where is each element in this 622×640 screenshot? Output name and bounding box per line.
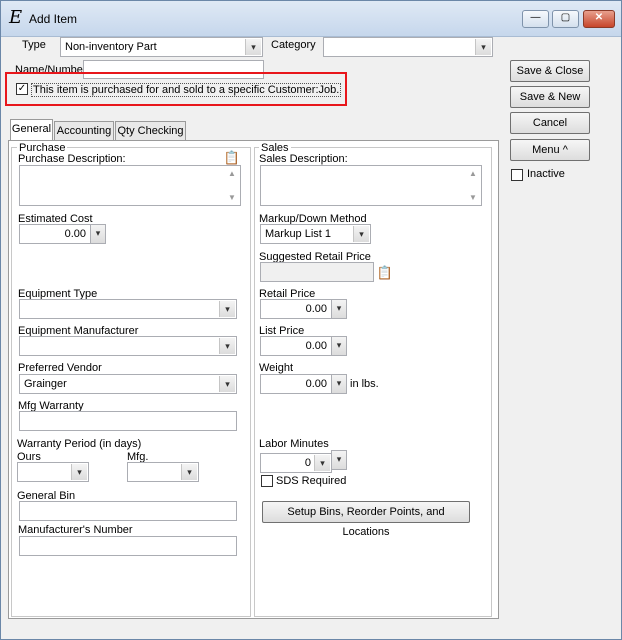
labor-minutes-input[interactable]: 0 ▾ [260,453,332,473]
chevron-down-icon[interactable]: ▾ [475,39,491,55]
textarea-scrollbar[interactable]: ▲ ▼ [466,167,480,204]
retail-price-value: 0.00 [305,303,327,315]
markup-method-select[interactable]: Markup List 1 ▾ [260,224,371,244]
specific-customer-checkbox[interactable]: ✓ [16,83,28,95]
warranty-period-label: Warranty Period (in days) [17,438,142,450]
weight-input[interactable]: 0.00 [260,374,332,394]
preferred-vendor-value: Grainger [24,378,67,390]
sales-description-input[interactable]: ▲ ▼ [260,165,482,206]
general-tab-panel: Purchase Purchase Description: 📋 ▲ ▼ Est… [8,140,499,619]
list-price-dropdown-icon[interactable]: ▾ [331,336,347,356]
inactive-checkbox[interactable] [511,169,523,181]
sds-required-label: SDS Required [276,475,347,487]
purchase-description-label: Purchase Description: [18,153,126,165]
retail-price-input[interactable]: 0.00 [260,299,332,319]
general-bin-input[interactable] [19,501,237,521]
list-price-input[interactable]: 0.00 [260,336,332,356]
maximize-button[interactable]: ▢ [552,10,579,28]
mfg-select[interactable]: ▾ [127,462,199,482]
chevron-down-icon[interactable]: ▾ [181,464,197,480]
inactive-label: Inactive [527,168,565,180]
app-logo-icon: E [9,7,23,28]
scroll-up-icon[interactable]: ▲ [466,169,480,178]
purchase-description-input[interactable]: ▲ ▼ [19,165,241,206]
window-title: Add Item [29,12,78,26]
ours-select[interactable]: ▾ [17,462,89,482]
title-bar[interactable]: E Add Item — ▢ ✕ [1,1,621,37]
weight-value: 0.00 [305,378,327,390]
list-price-value: 0.00 [305,340,327,352]
chevron-down-icon[interactable]: ▾ [71,464,87,480]
save-close-button[interactable]: Save & Close [510,60,590,82]
estimated-cost-value: 0.00 [64,228,86,240]
equipment-manufacturer-select[interactable]: ▾ [19,336,237,356]
copy-icon[interactable]: 📋 [376,264,394,282]
tab-accounting[interactable]: Accounting [54,121,114,140]
category-select[interactable]: ▾ [323,37,493,57]
manufacturer-number-label: Manufacturer's Number [18,524,133,536]
type-value: Non-inventory Part [65,41,157,53]
chevron-down-icon[interactable]: ▾ [245,39,261,55]
category-label: Category [271,39,316,51]
weight-unit-label: in lbs. [350,378,379,390]
labor-minutes-value: 0 [304,457,311,469]
type-label: Type [22,39,46,51]
scroll-up-icon[interactable]: ▲ [225,169,239,178]
textarea-scrollbar[interactable]: ▲ ▼ [225,167,239,204]
mfg-warranty-input[interactable] [19,411,237,431]
menu-button[interactable]: Menu ^ [510,139,590,161]
specific-customer-label[interactable]: This item is purchased for and sold to a… [31,83,342,97]
sds-required-checkbox[interactable] [261,475,273,487]
chevron-down-icon[interactable]: ▾ [353,226,369,242]
chevron-down-icon[interactable]: ▾ [314,455,330,471]
minimize-button[interactable]: — [522,10,549,28]
estimated-cost-input[interactable]: 0.00 [19,224,91,244]
chevron-down-icon[interactable]: ▾ [219,338,235,354]
scroll-down-icon[interactable]: ▼ [225,193,239,202]
save-new-button[interactable]: Save & New [510,86,590,108]
weight-dropdown-icon[interactable]: ▾ [331,374,347,394]
chevron-down-icon[interactable]: ▾ [219,301,235,317]
markup-method-value: Markup List 1 [265,228,332,240]
setup-bins-button[interactable]: Setup Bins, Reorder Points, and Location… [262,501,470,538]
suggested-retail-input [260,262,374,282]
close-button[interactable]: ✕ [583,10,615,28]
preferred-vendor-label: Preferred Vendor [18,362,102,374]
retail-price-dropdown-icon[interactable]: ▾ [331,299,347,319]
preferred-vendor-select[interactable]: Grainger ▾ [19,374,237,394]
equipment-type-select[interactable]: ▾ [19,299,237,319]
estimated-cost-dropdown-icon[interactable]: ▾ [90,224,106,244]
tab-qty-checking[interactable]: Qty Checking [115,121,186,140]
labor-minutes-label: Labor Minutes [259,438,329,450]
add-item-window: E Add Item — ▢ ✕ Type Non-inventory Part… [0,0,622,640]
chevron-down-icon[interactable]: ▾ [219,376,235,392]
manufacturer-number-input[interactable] [19,536,237,556]
scroll-down-icon[interactable]: ▼ [466,193,480,202]
type-select[interactable]: Non-inventory Part ▾ [60,37,263,57]
sales-description-label: Sales Description: [259,153,348,165]
weight-label: Weight [259,362,294,374]
cancel-button[interactable]: Cancel [510,112,590,134]
labor-minutes-dropdown-icon[interactable]: ▾ [331,450,347,470]
tab-general[interactable]: General [10,119,53,141]
